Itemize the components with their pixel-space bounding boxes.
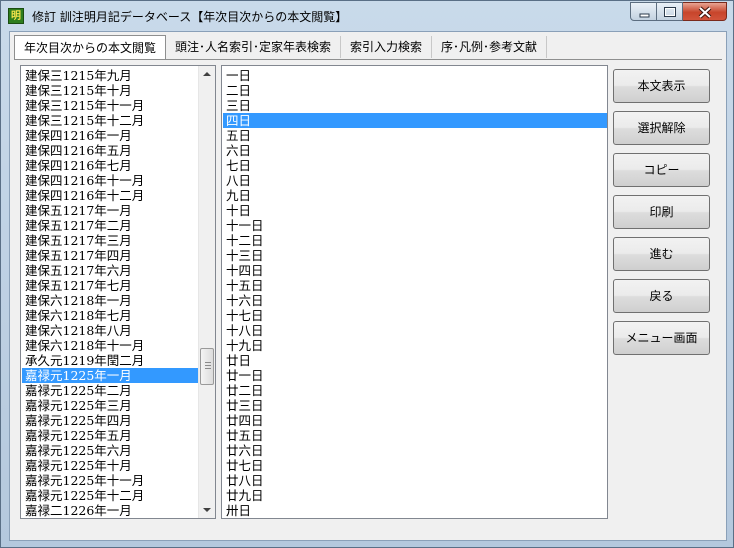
scroll-down-button[interactable]: [199, 501, 215, 518]
arrow-down-icon: [203, 508, 211, 512]
tab-annual-index[interactable]: 年次目次からの本文閲覧: [14, 35, 167, 59]
list-item[interactable]: 廿三日: [223, 398, 607, 413]
list-item[interactable]: 嘉禄元1225年三月: [22, 398, 198, 413]
list-item[interactable]: 嘉禄元1225年四月: [22, 413, 198, 428]
list-item[interactable]: 建保六1218年一月: [22, 293, 198, 308]
list-item[interactable]: 建保五1217年六月: [22, 263, 198, 278]
list-item[interactable]: 建保五1217年七月: [22, 278, 198, 293]
close-button[interactable]: [683, 2, 727, 21]
list-item[interactable]: 建保四1216年五月: [22, 143, 198, 158]
list-item[interactable]: 一日: [223, 68, 607, 83]
month-listbox[interactable]: 建保三1215年九月 建保三1215年十月 建保三1215年十一月 建保三1215年十…: [20, 65, 216, 519]
list-item[interactable]: 廿四日: [223, 413, 607, 428]
list-item[interactable]: 廿九日: [223, 488, 607, 503]
arrow-up-icon: [203, 72, 211, 76]
list-item[interactable]: 四日: [223, 113, 607, 128]
list-item[interactable]: 建保四1216年七月: [22, 158, 198, 173]
list-item[interactable]: 十八日: [223, 323, 607, 338]
list-item[interactable]: 建保五1217年二月: [22, 218, 198, 233]
list-item[interactable]: 廿七日: [223, 458, 607, 473]
list-item[interactable]: 十七日: [223, 308, 607, 323]
list-item[interactable]: 九日: [223, 188, 607, 203]
list-item[interactable]: 建保五1217年一月: [22, 203, 198, 218]
print-button[interactable]: 印刷: [613, 195, 710, 229]
scroll-thumb[interactable]: [200, 348, 214, 385]
list-item[interactable]: 嘉禄二1226年一月: [22, 503, 198, 518]
list-item[interactable]: 建保三1215年九月: [22, 68, 198, 83]
list-item[interactable]: 建保五1217年四月: [22, 248, 198, 263]
list-item[interactable]: 建保四1216年十一月: [22, 173, 198, 188]
tab-headnote-search[interactable]: 頭注･人名索引･定家年表検索: [166, 36, 342, 58]
deselect-button[interactable]: 選択解除: [613, 111, 710, 145]
list-item[interactable]: 建保六1218年八月: [22, 323, 198, 338]
tab-preface-references[interactable]: 序･凡例･参考文献: [432, 36, 548, 58]
list-item[interactable]: 廿一日: [223, 368, 607, 383]
caption-buttons: [630, 2, 727, 21]
list-item[interactable]: 廿二日: [223, 383, 607, 398]
month-list-scrollbar[interactable]: [198, 66, 215, 518]
list-item[interactable]: 建保四1216年一月: [22, 128, 198, 143]
app-icon: 明: [8, 8, 24, 24]
list-item[interactable]: 建保三1215年十二月: [22, 113, 198, 128]
list-item[interactable]: 十二日: [223, 233, 607, 248]
list-item[interactable]: 廿六日: [223, 443, 607, 458]
list-item[interactable]: 八日: [223, 173, 607, 188]
list-item[interactable]: 六日: [223, 143, 607, 158]
list-item[interactable]: 七日: [223, 158, 607, 173]
list-item[interactable]: 十六日: [223, 293, 607, 308]
list-item[interactable]: 嘉禄元1225年六月: [22, 443, 198, 458]
list-item[interactable]: 建保六1218年十一月: [22, 338, 198, 353]
list-item[interactable]: 建保五1217年三月: [22, 233, 198, 248]
list-item[interactable]: 嘉禄元1225年十一月: [22, 473, 198, 488]
list-item[interactable]: 嘉禄元1225年十月: [22, 458, 198, 473]
maximize-icon: [664, 7, 676, 17]
list-item[interactable]: 二日: [223, 83, 607, 98]
list-item[interactable]: 卅日: [223, 503, 607, 518]
list-item[interactable]: 十三日: [223, 248, 607, 263]
back-button[interactable]: 戻る: [613, 279, 710, 313]
list-item[interactable]: 十日: [223, 203, 607, 218]
list-item[interactable]: 嘉禄元1225年五月: [22, 428, 198, 443]
list-item[interactable]: 廿五日: [223, 428, 607, 443]
list-item[interactable]: 十五日: [223, 278, 607, 293]
list-item[interactable]: 建保六1218年七月: [22, 308, 198, 323]
month-list: 建保三1215年九月 建保三1215年十月 建保三1215年十一月 建保三1215年十…: [22, 68, 198, 518]
tab-divider: [14, 59, 722, 60]
list-item[interactable]: 五日: [223, 128, 607, 143]
minimize-icon: [639, 13, 650, 18]
main-window: 明 修訂 訓注明月記データベース【年次目次からの本文閲覧】 年次目次からの本文閲…: [0, 0, 734, 548]
list-item[interactable]: 嘉禄元1225年二月: [22, 383, 198, 398]
scroll-up-button[interactable]: [199, 66, 215, 83]
tab-strip: 年次目次からの本文閲覧 頭注･人名索引･定家年表検索 索引入力検索 序･凡例･参…: [14, 35, 548, 60]
day-list: 一日 二日 三日 四日 五日 六日 七日 八日 九日 十日 十一日 十二日 十三日 十四日 十五日 十六日 十七…: [223, 68, 607, 518]
list-item[interactable]: 廿日: [223, 353, 607, 368]
list-item[interactable]: 建保三1215年十月: [22, 83, 198, 98]
list-item[interactable]: 十四日: [223, 263, 607, 278]
client-area: 年次目次からの本文閲覧 頭注･人名索引･定家年表検索 索引入力検索 序･凡例･参…: [9, 31, 727, 541]
list-item[interactable]: 承久元1219年閏二月: [22, 353, 198, 368]
forward-button[interactable]: 進む: [613, 237, 710, 271]
copy-button[interactable]: コピー: [613, 153, 710, 187]
title-bar[interactable]: 明 修訂 訓注明月記データベース【年次目次からの本文閲覧】: [1, 1, 733, 31]
list-item[interactable]: 建保三1215年十一月: [22, 98, 198, 113]
list-item[interactable]: 十九日: [223, 338, 607, 353]
list-item[interactable]: 建保四1216年十二月: [22, 188, 198, 203]
list-item[interactable]: 嘉禄元1225年一月: [22, 368, 198, 383]
list-item[interactable]: 廿八日: [223, 473, 607, 488]
maximize-button[interactable]: [657, 2, 683, 21]
list-item[interactable]: 嘉禄元1225年十二月: [22, 488, 198, 503]
show-text-button[interactable]: 本文表示: [613, 69, 710, 103]
list-item[interactable]: 十一日: [223, 218, 607, 233]
window-title: 修訂 訓注明月記データベース【年次目次からの本文閲覧】: [32, 10, 348, 24]
menu-screen-button[interactable]: メニュー画面: [613, 321, 710, 355]
minimize-button[interactable]: [630, 2, 657, 21]
tab-index-input-search[interactable]: 索引入力検索: [341, 36, 433, 58]
grip-icon: [205, 362, 211, 371]
list-item[interactable]: 三日: [223, 98, 607, 113]
close-icon: [698, 6, 712, 19]
day-listbox[interactable]: 一日 二日 三日 四日 五日 六日 七日 八日 九日 十日 十一日 十二日 十三日 十四日 十五日 十六日 十七…: [221, 65, 608, 519]
